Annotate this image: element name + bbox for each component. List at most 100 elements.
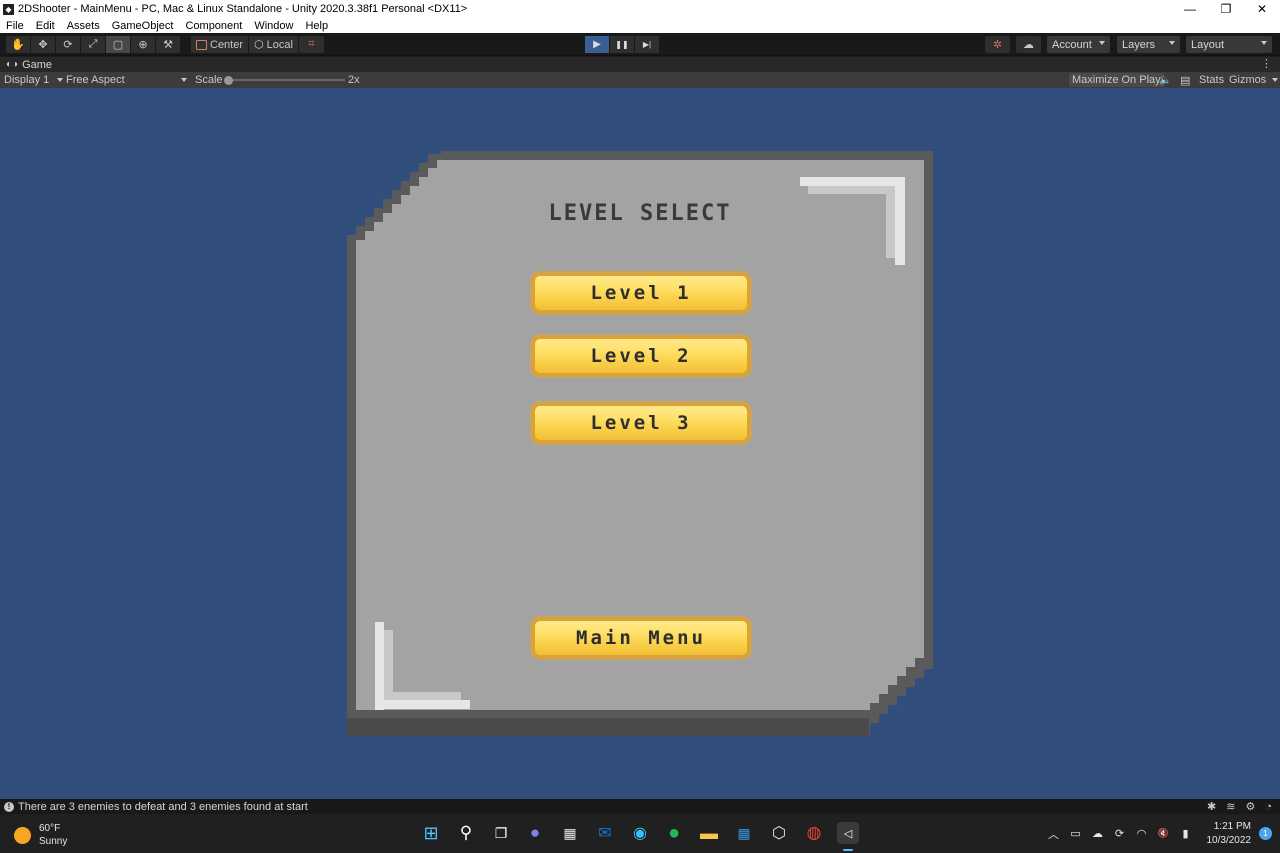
explorer-icon[interactable]: ▬	[698, 822, 720, 844]
layout-dropdown[interactable]: Layout	[1186, 36, 1272, 53]
store-icon[interactable]: ▦	[559, 822, 581, 844]
maximize-on-play-toggle[interactable]: Maximize On Play	[1069, 73, 1164, 87]
display-dropdown[interactable]: Display 1	[4, 72, 64, 88]
aspect-label: Free Aspect	[66, 74, 125, 86]
chat-icon[interactable]: ●	[524, 822, 546, 844]
tray-cloud-icon[interactable]: ☁	[1087, 827, 1109, 840]
scale-value: 2x	[348, 74, 360, 86]
scale-slider-track[interactable]	[228, 79, 345, 81]
menu-file[interactable]: File	[6, 20, 24, 32]
stats-toggle[interactable]: Stats	[1199, 72, 1224, 88]
edge-icon[interactable]: ◉	[629, 822, 651, 844]
stats-icon: ▤	[1180, 74, 1191, 87]
game-tab[interactable]: ◐◑ Game ⋮	[0, 57, 1280, 72]
progress-icon[interactable]: ≋	[1226, 800, 1235, 813]
aspect-dropdown[interactable]: Free Aspect	[66, 72, 188, 88]
main-menu-button[interactable]: Main Menu	[532, 618, 750, 658]
chrome-icon[interactable]: ◍	[803, 822, 825, 844]
bug-icon[interactable]: ✱	[1207, 800, 1216, 813]
menu-assets[interactable]: Assets	[67, 20, 100, 32]
gizmos-label: Gizmos	[1229, 74, 1267, 86]
menu-help[interactable]: Help	[305, 20, 328, 32]
hand-tool-icon[interactable]: ✋	[6, 36, 31, 53]
refresh-icon[interactable]: ◔	[1265, 801, 1272, 813]
cloud-icon[interactable]: ☁	[1016, 36, 1041, 53]
task-view-icon[interactable]: ❐	[490, 822, 512, 844]
game-tab-label: Game	[22, 58, 53, 71]
weather-widget[interactable]: 60°F Sunny	[14, 822, 67, 848]
transform-tool-icon[interactable]: ⊕	[131, 36, 156, 53]
chevron-down-icon	[57, 78, 64, 82]
menu-gameobject[interactable]: GameObject	[112, 20, 174, 32]
level-2-button[interactable]: Level 2	[532, 336, 750, 376]
pivot-center-button[interactable]: Center	[191, 36, 250, 53]
cube-icon: ⬡	[254, 39, 264, 51]
clock-time: 1:21 PM	[1213, 820, 1251, 832]
settings-icon[interactable]: ⚙	[1245, 800, 1255, 813]
rect-tool-icon[interactable]: ▢	[106, 36, 131, 53]
chevron-down-icon	[1272, 78, 1279, 82]
close-button[interactable]: ✕	[1244, 0, 1280, 18]
tray-volume-icon[interactable]: 🔇	[1153, 828, 1175, 839]
play-button[interactable]: ▶	[585, 36, 610, 53]
windows-taskbar: 60°F Sunny ⊞ ⚲ ❐ ● ▦ ✉ ◉ ● ▬ ▦ ⬡ ◍ ◁ ︿ ▭…	[0, 814, 1280, 853]
tab-menu-icon[interactable]: ⋮	[1261, 57, 1272, 70]
clock[interactable]: 1:21 PM 10/3/2022	[1207, 820, 1252, 848]
chevron-down-icon	[1169, 41, 1175, 45]
chevron-down-icon	[181, 78, 187, 82]
grid-snap-icon[interactable]: ⌗	[299, 36, 324, 53]
console-status-bar[interactable]: ! There are 3 enemies to defeat and 3 en…	[0, 799, 1280, 814]
rotate-tool-icon[interactable]: ⟳	[56, 36, 81, 53]
start-icon[interactable]: ⊞	[420, 822, 442, 844]
scale-label: Scale	[195, 74, 223, 86]
minimize-button[interactable]: —	[1172, 0, 1208, 18]
spotify-icon[interactable]: ●	[663, 822, 685, 844]
menu-edit[interactable]: Edit	[36, 20, 55, 32]
window-title: 2DShooter - MainMenu - PC, Mac & Linux S…	[18, 3, 468, 15]
layers-label: Layers	[1122, 38, 1156, 51]
window-controls: — ❐ ✕	[1172, 0, 1280, 18]
gizmos-dropdown[interactable]: Gizmos	[1229, 72, 1279, 88]
tray-sync-icon[interactable]: ⟳	[1109, 827, 1131, 840]
chevron-down-icon	[1099, 41, 1105, 45]
account-label: Account	[1052, 38, 1092, 51]
move-tool-icon[interactable]: ✥	[31, 36, 56, 53]
status-icons: ✱ ≋ ⚙ ◔	[1207, 799, 1272, 814]
calendar-icon[interactable]: ▦	[733, 822, 755, 844]
pivot-local-button[interactable]: ⬡ Local	[249, 36, 299, 53]
tray-wifi-icon[interactable]: ◠	[1131, 827, 1153, 840]
tray-display-icon[interactable]: ▭	[1065, 827, 1087, 840]
unity-app-icon: ◆	[3, 3, 14, 15]
level-3-button[interactable]: Level 3	[532, 403, 750, 443]
maximize-button[interactable]: ❐	[1208, 0, 1244, 18]
pause-button[interactable]: ❚❚	[610, 36, 635, 53]
mute-audio-icon[interactable]: 🔈	[1159, 72, 1171, 88]
mail-icon[interactable]: ✉	[594, 822, 616, 844]
info-icon: !	[4, 801, 14, 812]
unity-hub-icon[interactable]: ⬡	[768, 822, 790, 844]
notification-badge[interactable]: 1	[1259, 827, 1272, 840]
scale-tool-icon[interactable]: ⤢	[81, 36, 106, 53]
account-dropdown[interactable]: Account	[1047, 36, 1110, 53]
menu-window[interactable]: Window	[254, 20, 293, 32]
step-button[interactable]: ▶|	[635, 36, 660, 53]
pivot-center-label: Center	[210, 38, 244, 51]
collab-icon[interactable]: ✲	[985, 36, 1010, 53]
game-view[interactable]: LEVEL SELECT Level 1 Level 2 Level 3 Mai…	[0, 88, 1280, 799]
search-icon[interactable]: ⚲	[455, 822, 477, 844]
main-toolbar: ✋ ✥ ⟳ ⤢ ▢ ⊕ ⚒ Center ⬡ Local ⌗ ▶ ❚❚ ▶| ✲…	[0, 33, 1280, 56]
level-1-button[interactable]: Level 1	[532, 273, 750, 313]
layers-dropdown[interactable]: Layers	[1117, 36, 1180, 53]
unity-editor-icon[interactable]: ◁	[837, 822, 859, 844]
layout-label: Layout	[1191, 38, 1225, 51]
chevron-down-icon	[1261, 41, 1267, 45]
status-message[interactable]: There are 3 enemies to defeat and 3 enem…	[18, 801, 308, 813]
tray-battery-icon[interactable]: ▮	[1175, 827, 1197, 840]
custom-tool-icon[interactable]: ⚒	[156, 36, 181, 53]
tray-chevron-icon[interactable]: ︿	[1043, 826, 1065, 842]
system-tray: ︿ ▭ ☁ ⟳ ◠ 🔇 ▮ 1:21 PM 10/3/2022 1	[1043, 814, 1280, 853]
scale-slider-handle[interactable]	[224, 76, 233, 85]
gamepad-icon: ◐◑	[6, 59, 19, 70]
window-titlebar: ◆ 2DShooter - MainMenu - PC, Mac & Linux…	[0, 0, 1280, 18]
menu-component[interactable]: Component	[185, 20, 242, 32]
